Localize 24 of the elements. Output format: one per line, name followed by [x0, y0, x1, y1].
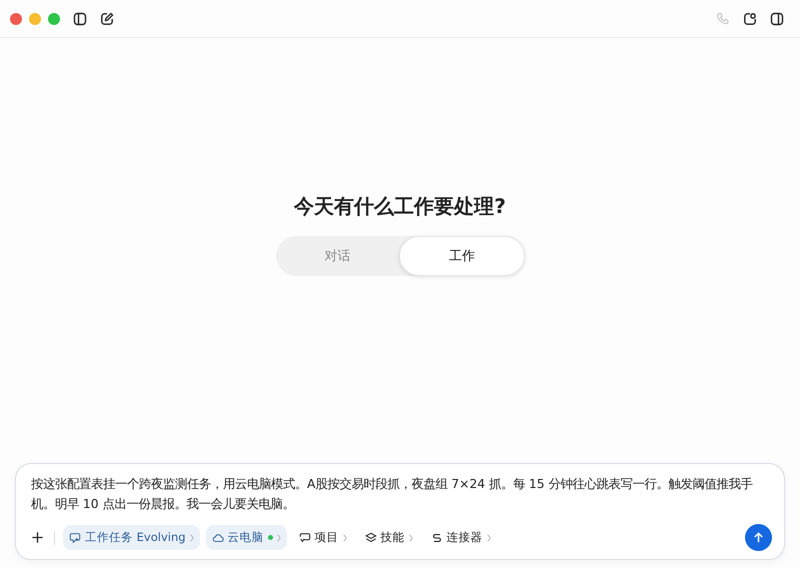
compose-icon[interactable]	[100, 12, 114, 26]
message-input[interactable]: 按这张配置表挂一个跨夜监测任务，用云电脑模式。A股按交易时段抓，夜盘组 7×24 抓。每 15 分钟往心跳表写一行。触发阈值推我手机。明早 10 点出一份晨报。我一会儿要关电脑。	[31, 474, 772, 514]
layers-icon	[364, 532, 377, 544]
arrow-up-icon	[752, 531, 765, 544]
chevron-icon	[276, 534, 281, 542]
sidebar-icon[interactable]	[73, 12, 87, 26]
connector-icon	[430, 532, 443, 544]
project-chip[interactable]: 项目	[292, 525, 353, 550]
page-heading: 今天有什么工作要处理?	[294, 193, 506, 220]
connector-chip[interactable]: 连接器	[424, 525, 497, 550]
close-button[interactable]	[10, 12, 22, 24]
task-chip[interactable]: 工作任务 Evolving	[63, 525, 200, 550]
chevron-icon	[342, 534, 347, 542]
window-icon[interactable]	[743, 12, 757, 26]
chevron-icon	[486, 534, 491, 542]
mode-tab[interactable]: 工作	[399, 236, 524, 276]
cloud-chip[interactable]: 云电脑	[206, 525, 287, 550]
skills-chip[interactable]: 技能	[358, 525, 419, 550]
chevron-icon	[408, 534, 413, 542]
chevron-icon	[190, 534, 194, 542]
send-button[interactable]	[745, 524, 772, 551]
add-icon[interactable]	[31, 531, 44, 544]
sidebar-icon[interactable]	[770, 12, 784, 26]
cloud-icon	[212, 532, 224, 544]
